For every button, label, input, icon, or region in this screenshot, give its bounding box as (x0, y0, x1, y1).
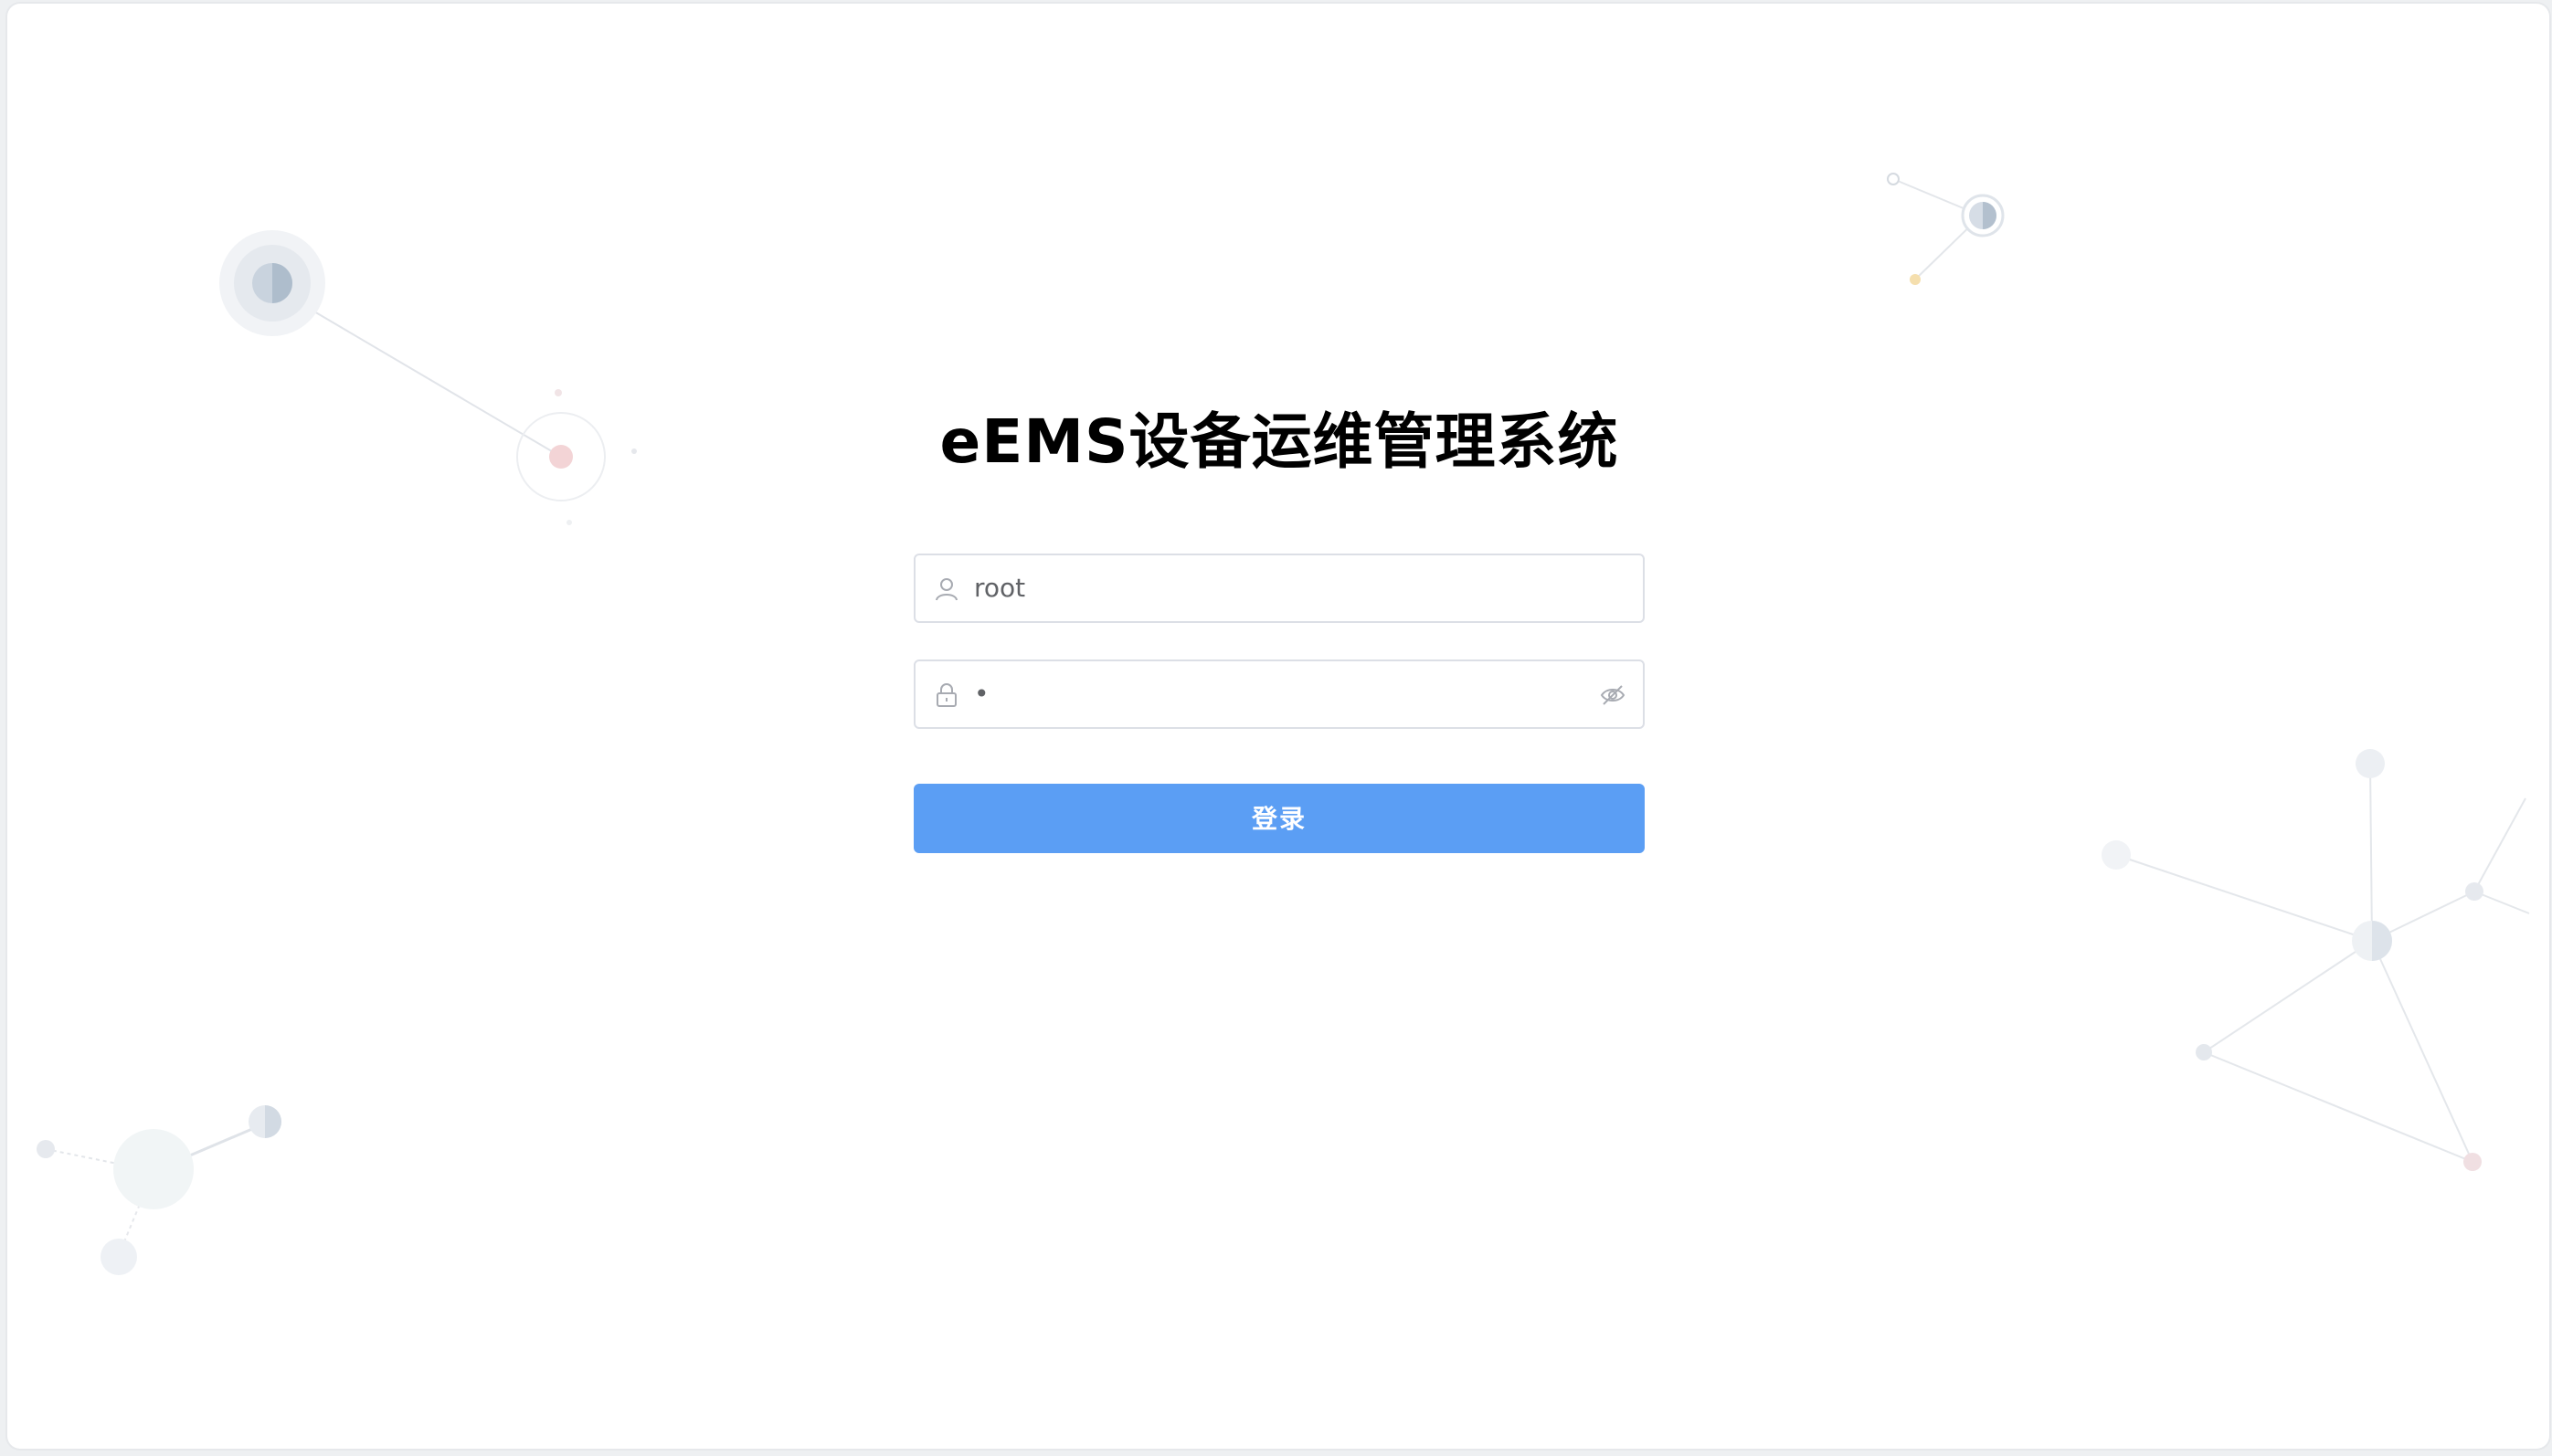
page-title: eEMS设备运维管理系统 (939, 406, 1619, 477)
eye-hidden-icon[interactable] (1599, 681, 1626, 709)
password-masked-value: • (974, 679, 990, 709)
password-field[interactable]: • (914, 659, 1645, 729)
decor-cluster-bottom-right (2102, 749, 2530, 1171)
login-window: eEMS设备运维管理系统 root • 登录 (7, 4, 2549, 1449)
decor-cluster-top-left (219, 230, 637, 525)
username-field[interactable]: root (914, 554, 1645, 623)
decor-cluster-top-right (1887, 173, 2005, 285)
login-form: eEMS设备运维管理系统 root • 登录 (914, 387, 1645, 853)
decor-cluster-bottom-left (37, 1105, 281, 1275)
lock-icon (937, 683, 957, 707)
user-icon (936, 578, 958, 601)
username-value: root (974, 573, 1026, 603)
login-button[interactable]: 登录 (914, 784, 1645, 853)
